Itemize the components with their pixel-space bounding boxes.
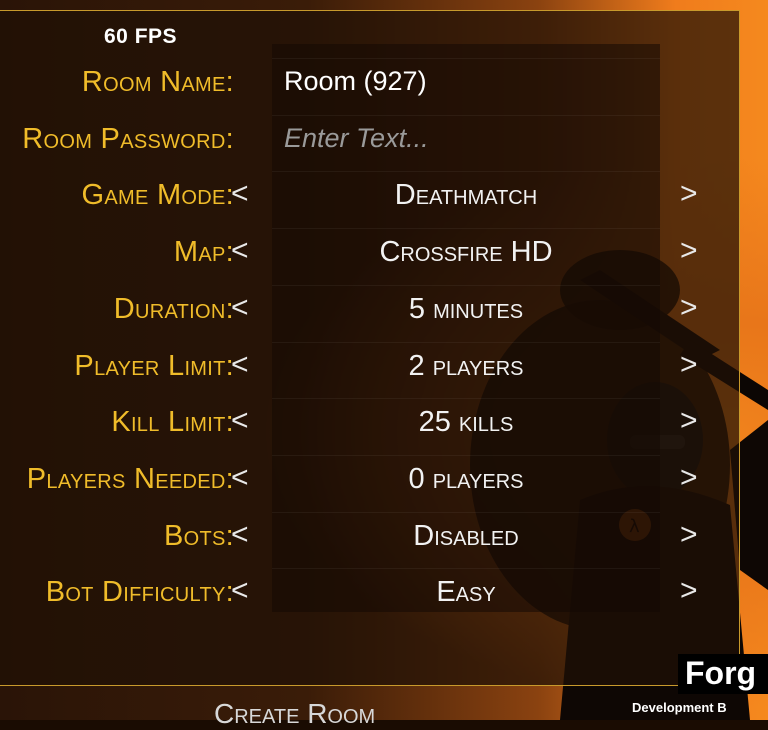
setting-row-player-limit: Player Limit: <2 players > bbox=[0, 341, 740, 398]
game-mode-label: Game Mode: bbox=[81, 179, 234, 212]
kill-limit-value: 25 kills bbox=[418, 406, 514, 439]
bot-difficulty-next-arrow[interactable]: > bbox=[680, 574, 698, 608]
bots-next-arrow[interactable]: > bbox=[680, 518, 698, 552]
setting-row-duration: Duration: <5 minutes > bbox=[0, 284, 740, 341]
kill-limit-label: Kill Limit: bbox=[111, 406, 234, 439]
player-limit-value: 2 players bbox=[408, 349, 524, 382]
create-room-button[interactable]: Create Room bbox=[214, 698, 375, 730]
row-divider bbox=[272, 58, 660, 59]
players-needed-value: 0 players bbox=[408, 462, 524, 495]
game-mode-value: Deathmatch bbox=[394, 179, 538, 212]
setting-row-room-name: Room Name: Room (927) bbox=[0, 58, 740, 114]
row-divider bbox=[272, 568, 660, 570]
players-needed-prev-arrow[interactable]: < bbox=[231, 461, 249, 495]
setting-row-map: Map: < Crossfire HD > bbox=[0, 228, 740, 284]
setting-row-room-password: Room Password: Enter Text... bbox=[0, 114, 740, 171]
setting-row-game-mode: Game Mode: < Deathmatch > bbox=[0, 171, 740, 227]
row-divider bbox=[272, 398, 660, 400]
bots-label: Bots: bbox=[163, 519, 234, 552]
fps-counter: 60 FPS bbox=[104, 25, 178, 48]
row-divider bbox=[272, 114, 660, 116]
row-divider bbox=[272, 454, 660, 456]
logo-title: Forg bbox=[685, 655, 757, 691]
duration-label: Duration: bbox=[113, 292, 234, 325]
bot-difficulty-value: Easy bbox=[436, 576, 496, 609]
row-divider bbox=[272, 228, 660, 230]
players-needed-next-arrow[interactable]: > bbox=[680, 461, 698, 495]
duration-next-arrow[interactable]: > bbox=[680, 291, 698, 325]
duration-prev-arrow[interactable]: < bbox=[231, 291, 249, 325]
game-mode-next-arrow[interactable]: > bbox=[680, 177, 698, 211]
room-name-input[interactable]: Room (927) bbox=[284, 66, 427, 97]
kill-limit-next-arrow[interactable]: > bbox=[680, 404, 698, 438]
bots-prev-arrow[interactable]: < bbox=[231, 518, 249, 552]
game-mode-prev-arrow[interactable]: < bbox=[231, 177, 249, 211]
setting-row-players-needed: Players Needed: <0 players > bbox=[0, 454, 740, 511]
players-needed-label: Players Needed: bbox=[26, 462, 234, 495]
player-limit-label: Player Limit: bbox=[74, 349, 234, 382]
kill-limit-prev-arrow[interactable]: < bbox=[231, 404, 249, 438]
duration-value: 5 minutes bbox=[408, 292, 524, 325]
logo-subtitle: Development B bbox=[632, 700, 727, 715]
map-label: Map: bbox=[173, 236, 234, 269]
bot-difficulty-label: Bot Difficulty: bbox=[45, 576, 234, 609]
room-password-label: Room Password: bbox=[22, 122, 234, 155]
map-value: Crossfire HD bbox=[379, 236, 553, 269]
player-limit-prev-arrow[interactable]: < bbox=[231, 348, 249, 382]
room-password-input[interactable]: Enter Text... bbox=[284, 123, 429, 154]
setting-row-kill-limit: Kill Limit: <25 kills > bbox=[0, 398, 740, 454]
bot-difficulty-prev-arrow[interactable]: < bbox=[231, 574, 249, 608]
player-limit-next-arrow[interactable]: > bbox=[680, 348, 698, 382]
setting-row-bots: Bots: < Disabled > bbox=[0, 511, 740, 568]
bots-value: Disabled bbox=[413, 519, 519, 552]
row-divider bbox=[272, 171, 660, 173]
room-name-label: Room Name: bbox=[81, 66, 234, 98]
row-divider bbox=[272, 511, 660, 513]
row-divider bbox=[272, 284, 660, 286]
setting-row-bot-difficulty: Bot Difficulty: < Easy > bbox=[0, 568, 740, 624]
row-divider bbox=[272, 341, 660, 343]
map-prev-arrow[interactable]: < bbox=[231, 234, 249, 268]
map-next-arrow[interactable]: > bbox=[680, 234, 698, 268]
